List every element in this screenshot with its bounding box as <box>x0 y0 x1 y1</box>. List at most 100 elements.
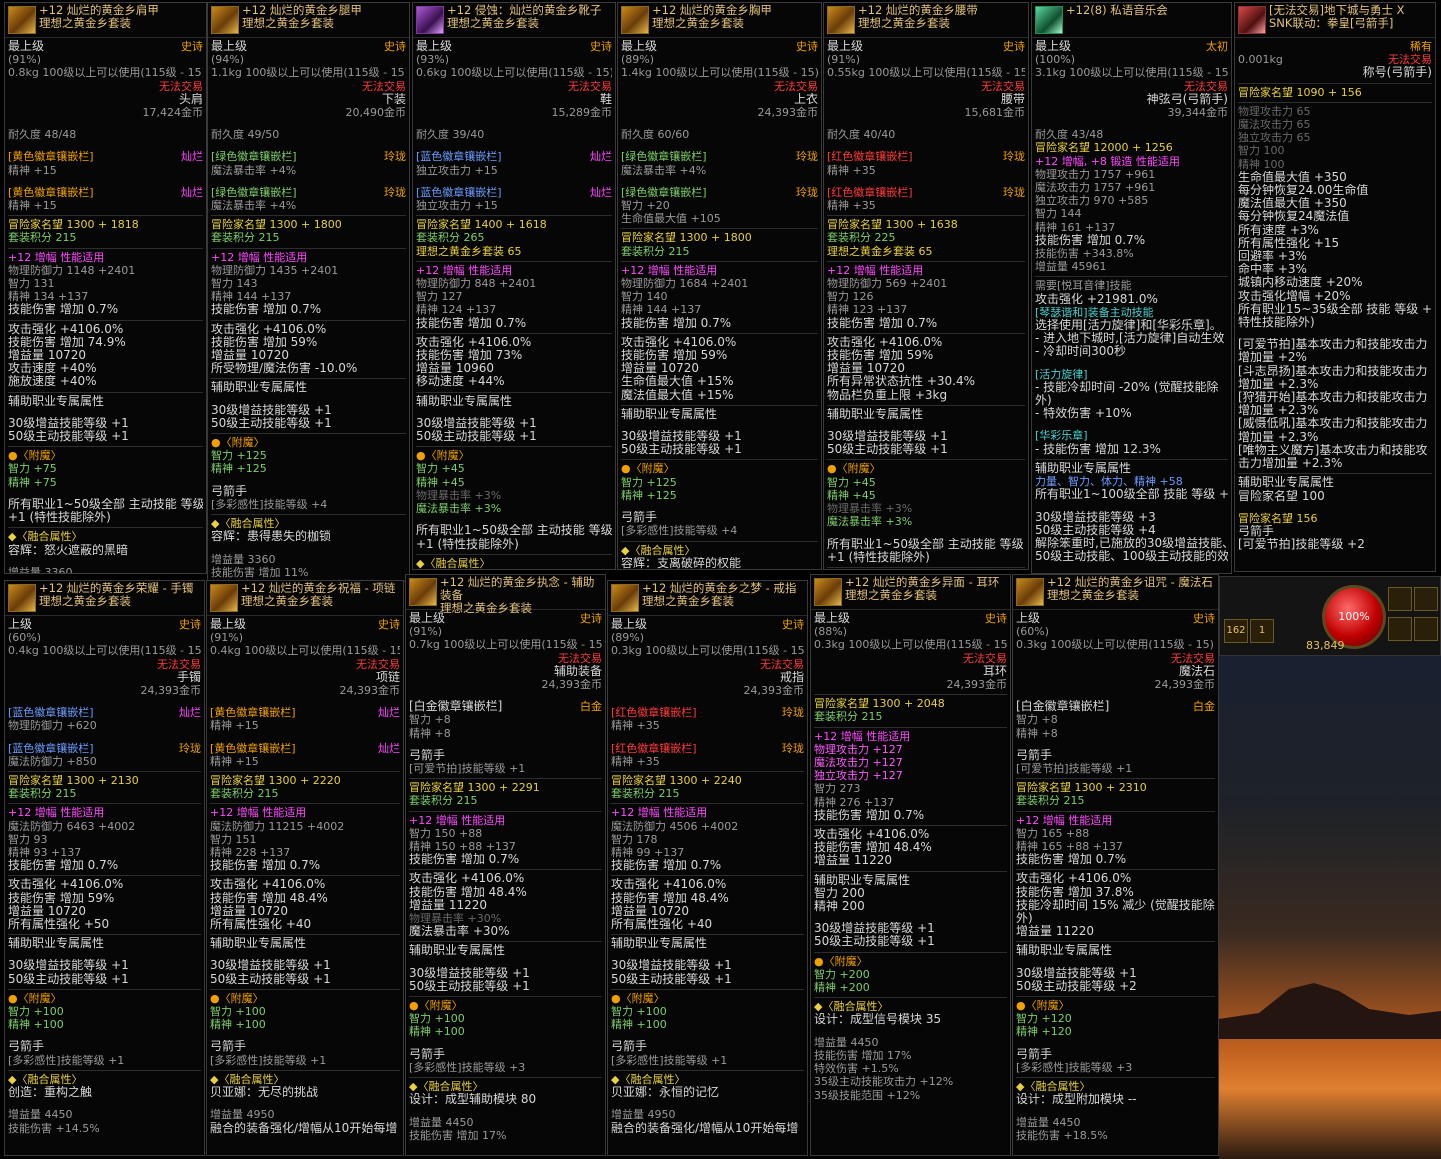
stat-line: 50级主动技能等级 +1 <box>8 973 201 986</box>
divider <box>416 553 612 555</box>
title-item-icon[interactable] <box>1238 6 1266 34</box>
item-slot-icon[interactable]: 1 <box>1250 619 1274 643</box>
stat-text: 智力 +20 <box>621 199 670 213</box>
belt-item-icon[interactable] <box>827 6 855 34</box>
stat-text: 增益量 4450 <box>409 1115 474 1129</box>
item-title: +12 灿烂的黄金乡荣耀 - 手镯 理想之黄金乡套装 <box>39 582 202 608</box>
item-name: +12 灿烂的黄金乡腿甲 <box>242 3 362 17</box>
stat-line: (100%) <box>1035 53 1228 66</box>
earring-item-icon[interactable] <box>814 578 842 606</box>
stat-text: 精神 +35 <box>611 754 660 768</box>
stat-text: 增益量 4450 <box>814 1035 879 1049</box>
necklace-item-icon[interactable] <box>210 584 238 612</box>
stat-line: 技能伤害 增加 48.4% <box>611 892 804 905</box>
stat-line: 冒险家名望 1300 + 2048 <box>814 697 1007 710</box>
weapon-item-icon[interactable] <box>1035 6 1063 34</box>
legs-item-icon[interactable] <box>211 6 239 34</box>
stat-text: ◆〈融合属性〉 <box>409 1080 484 1094</box>
stat-text: 魔法防御力 6463 +4002 <box>8 819 136 833</box>
stat-value: 下装 <box>381 92 406 106</box>
stat-line: 每分钟恢复24.00生命值 <box>1238 184 1432 197</box>
stat-line: 容辉：患得患失的枷锁 <box>211 530 406 543</box>
stat-line: 0.4kg 100级以上可以使用(115级 - 15) <box>8 644 201 657</box>
item-set-name: 理想之黄金乡套装 <box>642 594 734 608</box>
stat-text: 技能伤害 增加 48.4% <box>210 891 328 905</box>
stat-text: 最上级 <box>621 40 658 53</box>
stat-text: [多彩感性]技能等级 +1 <box>8 1053 125 1067</box>
stat-text: 冒险家名望 1300 + 1638 <box>827 218 958 232</box>
divider <box>8 771 201 773</box>
stat-line: 最上级 史诗 <box>211 40 406 53</box>
buff-slot-icon[interactable]: 162 <box>1224 619 1248 643</box>
divider <box>621 332 818 334</box>
stat-line: [白金徽章镶嵌栏] 白金 <box>409 700 602 713</box>
ring-item-icon[interactable] <box>611 584 639 612</box>
stat-text: 增益量 10720 <box>8 349 86 363</box>
stat-line: [唯物主义魔方]基本攻击力和技能攻 <box>1238 444 1432 457</box>
stat-line: 0.3kg 100级以上可以使用(115级 - 15) <box>611 644 804 657</box>
shoulder-item-icon[interactable] <box>8 6 36 34</box>
shoes-item-icon[interactable] <box>416 6 444 34</box>
quickslot-icon[interactable] <box>1388 617 1412 641</box>
stat-line: 融合的装备强化/增幅从10开始每增 <box>611 1122 804 1135</box>
stat-text: 增加量 +2.3% <box>1238 404 1319 418</box>
stat-line: 套装积分 215 <box>8 231 203 244</box>
stat-line: +12 增幅 性能适用 <box>8 251 203 264</box>
stat-line: 魔法防御力 +850 <box>8 755 201 768</box>
tooltip-header: +12 侵蚀：灿烂的黄金乡靴子 理想之黄金乡套装 <box>413 3 615 38</box>
stat-line: 智力 150 +88 <box>409 827 602 840</box>
stat-text: 融合的装备强化/增幅从10开始每增 <box>210 1121 398 1135</box>
quickslot-icon[interactable] <box>1414 617 1438 641</box>
stat-text: 辅助职业专属属性 <box>1238 476 1335 490</box>
stat-text: 魔法暴击率 +3% <box>416 502 502 516</box>
tooltip-header: +12(8) 私语音乐会 <box>1032 3 1231 38</box>
stat-text: +12 增幅 性能适用 <box>211 250 308 264</box>
stat-text: 魔法攻击力 65 <box>1238 118 1311 132</box>
stat-value: 无法交易 <box>159 79 203 93</box>
stat-text: +12 增幅 性能适用 <box>611 806 708 820</box>
stat-line: 精神 161 +137 <box>1035 221 1228 234</box>
stat-text: 最上级 <box>416 40 453 53</box>
stat-line: [黄色徽章镶嵌栏] 灿烂 <box>210 706 400 719</box>
magicstone-item-icon[interactable] <box>1016 578 1044 606</box>
stat-line: 最上级 史诗 <box>8 40 203 53</box>
stat-text: 智力 127 <box>416 290 463 304</box>
stat-text: (89%) <box>621 53 655 67</box>
stat-text: 耐久度 48/48 <box>8 128 77 142</box>
stat-text: 辅助职业专属属性 <box>416 394 513 408</box>
stat-line: 魔法值最大值 +15% <box>621 389 818 402</box>
stat-text: ●〈附魔〉 <box>409 999 463 1013</box>
stat-text: - 进入地下城时,[活力旋律]自动生效 <box>1035 332 1225 346</box>
stat-line: 精神 99 +137 <box>611 846 804 859</box>
stat-text: 50级主动技能等级 +1 <box>621 443 742 457</box>
divider <box>8 215 203 217</box>
quickslot-icon[interactable] <box>1388 587 1412 611</box>
stat-line: 所有属性强化 +15 <box>1238 237 1432 250</box>
stat-line: 精神 +200 <box>814 981 1007 994</box>
stat-line: 魔法防御力 6463 +4002 <box>8 820 201 833</box>
stat-line: 辅助装备 <box>409 665 602 678</box>
stat-line: +12 增幅 性能适用 <box>827 264 1025 277</box>
subweapon-item-icon[interactable] <box>409 578 437 606</box>
stat-line: ◆〈融合属性〉 <box>211 517 406 530</box>
bracelet-item-icon[interactable] <box>8 584 36 612</box>
stat-value: 无法交易 <box>1184 79 1228 93</box>
divider <box>1016 941 1215 943</box>
stat-line: 所有职业1~50级全部 主动技能 等级 <box>8 498 203 511</box>
stat-line: 智力 +45 <box>827 476 1025 489</box>
divider <box>416 215 612 217</box>
divider <box>611 1069 804 1071</box>
quickslot-icon[interactable] <box>1414 587 1438 611</box>
stat-line: +12 增幅 性能适用 <box>8 806 201 819</box>
stat-line: 攻击强化增幅 +20% <box>1238 290 1432 303</box>
chest-item-icon[interactable] <box>621 6 649 34</box>
stat-text: 攻击强化 +4106.0% <box>1016 872 1132 886</box>
stat-text: 0.001kg <box>1238 53 1283 67</box>
stat-line: 30级增益技能等级 +1 <box>611 959 804 972</box>
stat-text: 增益量 10720 <box>827 362 905 376</box>
stat-line: 精神 +8 <box>1016 727 1215 740</box>
stat-text: 智力 126 <box>827 290 874 304</box>
